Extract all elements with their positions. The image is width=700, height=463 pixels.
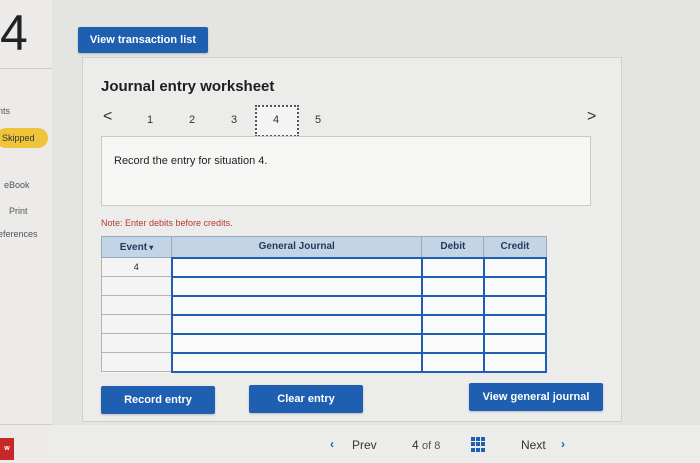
journal-table: Event ▾ General Journal Debit Credit 4 bbox=[100, 236, 548, 373]
credit-field[interactable] bbox=[482, 351, 548, 373]
account-field[interactable] bbox=[170, 294, 423, 316]
left-rail: 4 nts Skipped eBook Print eferences w bbox=[0, 0, 52, 463]
credit-field[interactable] bbox=[482, 256, 548, 278]
question-grid-icon[interactable] bbox=[471, 437, 486, 452]
table-row bbox=[100, 351, 548, 373]
rail-divider bbox=[0, 424, 52, 425]
print-link[interactable]: Print bbox=[9, 206, 28, 216]
page-tab-2[interactable]: 2 bbox=[189, 114, 195, 126]
event-cell bbox=[100, 295, 173, 315]
account-field[interactable] bbox=[170, 351, 423, 373]
debit-header: Debit bbox=[421, 236, 485, 258]
next-chevron-icon[interactable]: › bbox=[561, 437, 565, 451]
question-number: 4 bbox=[0, 5, 28, 61]
debit-credit-note: Note: Enter debits before credits. bbox=[101, 218, 233, 228]
prompt-box: Record the entry for situation 4. bbox=[101, 136, 591, 206]
rail-divider bbox=[0, 68, 52, 69]
red-badge: w bbox=[0, 438, 14, 460]
ebook-link[interactable]: eBook bbox=[4, 180, 30, 190]
table-row bbox=[100, 313, 548, 335]
credit-header: Credit bbox=[483, 236, 547, 258]
credit-field[interactable] bbox=[482, 294, 548, 316]
account-field[interactable] bbox=[170, 256, 423, 278]
skipped-badge: Skipped bbox=[0, 128, 48, 148]
table-row bbox=[100, 294, 548, 316]
total-questions: of 8 bbox=[422, 440, 441, 452]
event-cell bbox=[100, 333, 173, 353]
worksheet-title: Journal entry worksheet bbox=[101, 78, 275, 95]
page-tab-3[interactable]: 3 bbox=[231, 114, 237, 126]
next-button[interactable]: Next bbox=[521, 438, 546, 452]
event-cell bbox=[100, 276, 173, 296]
credit-field[interactable] bbox=[482, 313, 548, 335]
account-field[interactable] bbox=[170, 275, 423, 297]
debit-field[interactable] bbox=[420, 256, 485, 278]
current-question: 4 bbox=[412, 438, 419, 452]
debit-field[interactable] bbox=[420, 313, 485, 335]
debit-field[interactable] bbox=[420, 275, 485, 297]
account-field[interactable] bbox=[170, 332, 423, 354]
credit-field[interactable] bbox=[482, 275, 548, 297]
view-general-journal-button[interactable]: View general journal bbox=[469, 383, 603, 411]
account-field[interactable] bbox=[170, 313, 423, 335]
prev-page-chevron-icon[interactable]: < bbox=[103, 108, 112, 126]
record-entry-button[interactable]: Record entry bbox=[101, 386, 215, 414]
event-cell bbox=[100, 352, 173, 372]
table-row: 4 bbox=[100, 256, 548, 278]
page-tab-5[interactable]: 5 bbox=[315, 114, 321, 126]
debit-field[interactable] bbox=[420, 332, 485, 354]
clear-entry-button[interactable]: Clear entry bbox=[249, 385, 363, 413]
view-transaction-list-button[interactable]: View transaction list bbox=[78, 27, 208, 53]
page-tab-1[interactable]: 1 bbox=[147, 114, 153, 126]
debit-field[interactable] bbox=[420, 294, 485, 316]
table-row bbox=[100, 332, 548, 354]
general-journal-header: General Journal bbox=[171, 236, 423, 258]
prev-chevron-icon[interactable]: ‹ bbox=[330, 437, 334, 451]
debit-field[interactable] bbox=[420, 351, 485, 373]
event-cell bbox=[100, 314, 173, 334]
next-page-chevron-icon[interactable]: > bbox=[587, 108, 596, 126]
page-tab-4[interactable]: 4 bbox=[273, 114, 279, 126]
prompt-text: Record the entry for situation 4. bbox=[114, 155, 268, 167]
prev-button[interactable]: Prev bbox=[352, 438, 377, 452]
journal-entry-worksheet: Journal entry worksheet < 1 2 3 4 5 > Re… bbox=[82, 57, 622, 422]
points-label: nts bbox=[0, 106, 11, 116]
references-link[interactable]: eferences bbox=[0, 229, 38, 239]
event-cell: 4 bbox=[100, 257, 173, 277]
table-row bbox=[100, 275, 548, 297]
page-position: 4 of 8 bbox=[412, 438, 440, 452]
credit-field[interactable] bbox=[482, 332, 548, 354]
event-header[interactable]: Event ▾ bbox=[100, 236, 173, 258]
